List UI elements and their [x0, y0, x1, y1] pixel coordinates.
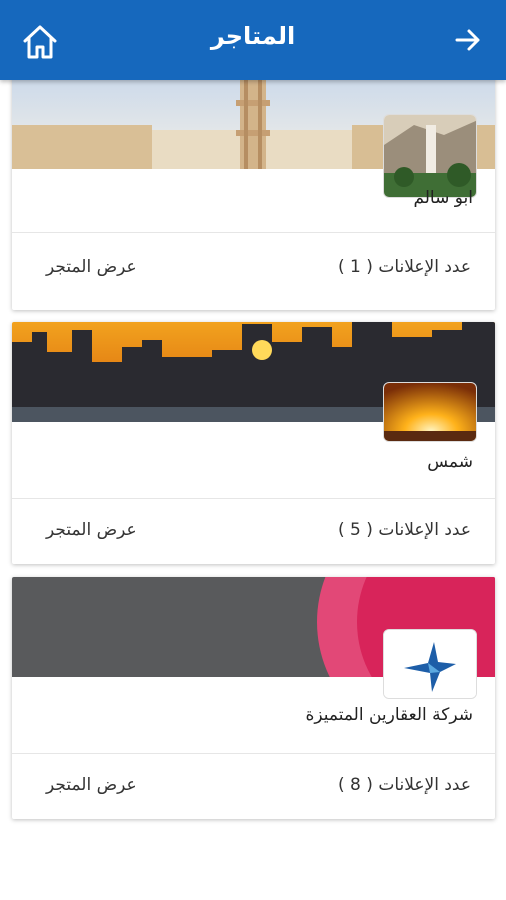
page-title: المتاجر	[210, 22, 296, 50]
store-card[interactable]: شركة العقارين المتميزة عدد الإعلانات ( 8…	[12, 577, 495, 819]
store-name[interactable]: ابو سالم	[413, 188, 473, 208]
ads-count: عدد الإعلانات ( 5 )	[338, 520, 471, 540]
divider	[12, 232, 495, 233]
ads-count-value: ( 5 )	[338, 520, 373, 540]
store-logo	[383, 382, 477, 442]
view-store-link[interactable]: عرض المتجر	[46, 520, 137, 540]
app-bar: المتاجر	[0, 0, 506, 80]
ads-count: عدد الإعلانات ( 8 )	[338, 775, 471, 795]
ads-count-label: عدد الإعلانات	[378, 257, 471, 277]
view-store-link[interactable]: عرض المتجر	[46, 257, 137, 277]
arrow-right-icon[interactable]	[454, 26, 482, 54]
store-card[interactable]: شمس عدد الإعلانات ( 5 ) عرض المتجر	[12, 322, 495, 564]
store-name[interactable]: شركة العقارين المتميزة	[305, 705, 473, 725]
store-card[interactable]: ابو سالم عدد الإعلانات ( 1 ) عرض المتجر	[12, 70, 495, 310]
ads-count-label: عدد الإعلانات	[378, 775, 471, 795]
ads-count-value: ( 8 )	[338, 775, 373, 795]
view-store-link[interactable]: عرض المتجر	[46, 775, 137, 795]
ads-count: عدد الإعلانات ( 1 )	[338, 257, 471, 277]
divider	[12, 753, 495, 754]
ads-count-label: عدد الإعلانات	[378, 520, 471, 540]
ads-count-value: ( 1 )	[338, 257, 373, 277]
divider	[12, 498, 495, 499]
store-name[interactable]: شمس	[427, 452, 473, 472]
store-logo	[383, 114, 477, 198]
store-logo	[383, 629, 477, 699]
